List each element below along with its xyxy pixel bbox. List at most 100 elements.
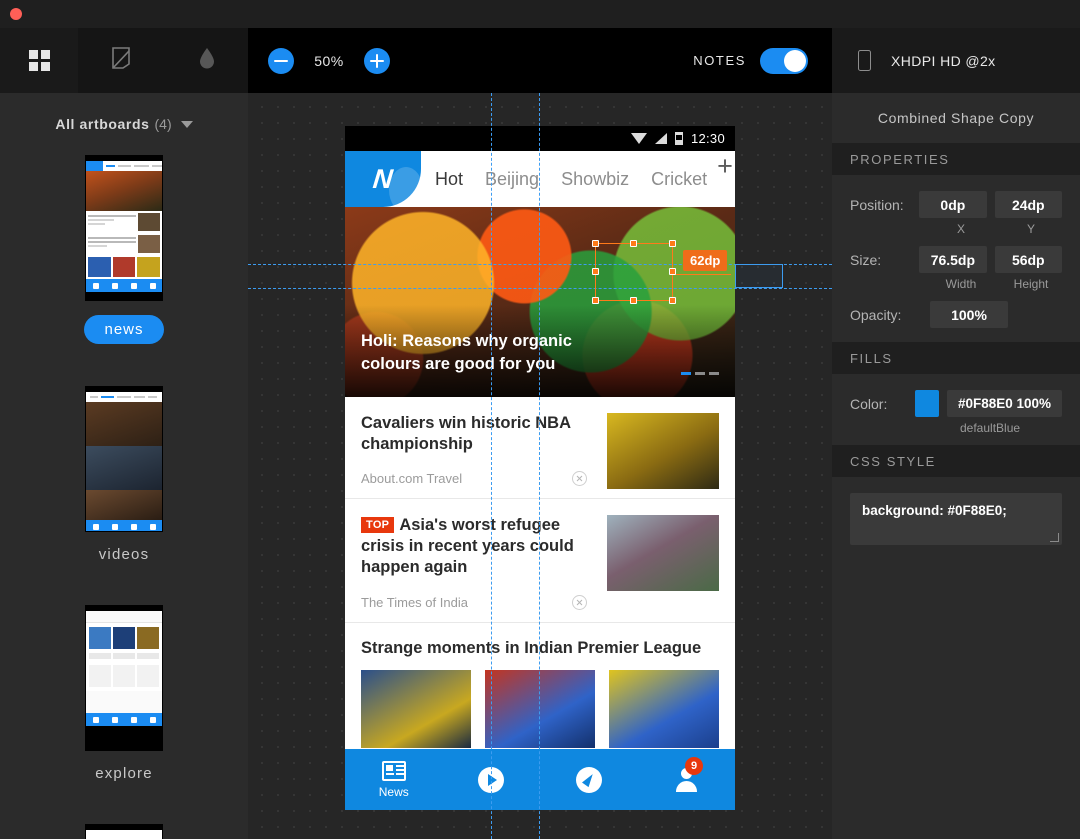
artboard-thumbnail[interactable]	[85, 155, 163, 301]
hero-headline: Holi: Reasons why organic colours are go…	[361, 332, 572, 373]
css-style-textarea[interactable]: background: #0F88E0;	[850, 493, 1062, 545]
position-x-field[interactable]: 0dp	[919, 191, 987, 218]
artboard-thumbnail[interactable]	[85, 824, 163, 839]
opacity-row: Opacity: 100%	[850, 301, 1062, 328]
thumb-row	[86, 233, 162, 255]
notes-toggle[interactable]	[760, 47, 808, 74]
chevron-down-icon[interactable]	[180, 120, 193, 128]
toolbar-device-section[interactable]: XHDPI HD @2x	[832, 28, 1080, 93]
hero-card[interactable]: Holi: Reasons why organic colours are go…	[345, 207, 735, 397]
news-source: About.com Travel	[361, 471, 463, 487]
color-swatch[interactable]	[914, 390, 940, 417]
opacity-field[interactable]: 100%	[930, 301, 1008, 328]
artboards-sidebar[interactable]: All artboards (4) news videos explore	[0, 93, 248, 839]
gallery-image[interactable]	[609, 669, 719, 748]
size-sublabels: Width Height	[930, 277, 1062, 291]
thumb-tabbar	[86, 392, 162, 402]
gallery-image[interactable]	[485, 669, 595, 748]
tab-showbiz[interactable]: Showbiz	[561, 169, 629, 190]
thumb-card	[86, 691, 162, 713]
notes-label: NOTES	[693, 53, 746, 68]
sketch-app-window: 50% NOTES XHDPI HD @2x All artboards (4)	[0, 0, 1080, 839]
news-source: The Times of India	[361, 594, 468, 610]
thumb-row	[86, 211, 162, 233]
top-badge: TOP	[361, 517, 395, 534]
color-row: Color: #0F88E0 100%	[850, 390, 1062, 417]
news-meta: The Times of India	[361, 594, 595, 622]
size-width-field[interactable]: 76.5dp	[919, 246, 987, 273]
compass-icon	[575, 766, 602, 793]
css-style-value: background: #0F88E0;	[862, 503, 1007, 518]
signal-icon	[654, 133, 667, 144]
tab-hot[interactable]: Hot	[435, 169, 463, 190]
nav-item-profile[interactable]: 9	[638, 749, 736, 810]
artboard-label-news: news	[84, 315, 164, 344]
tab-cricket[interactable]: Cricket	[651, 169, 707, 190]
zoom-out-button[interactable]	[268, 47, 294, 74]
notes-toggle-knob	[784, 49, 806, 72]
color-name-label: defaultBlue	[960, 421, 1021, 435]
artboard-item-news[interactable]: news	[0, 155, 248, 386]
artboard-item-videos[interactable]: videos	[0, 386, 248, 605]
position-x-sublabel: X	[956, 222, 965, 236]
nav-item-news[interactable]: News	[345, 749, 443, 810]
tabs-list: Hot Beijing Showbiz Cricket	[421, 151, 707, 207]
color-value-field[interactable]: #0F88E0 100%	[947, 390, 1062, 417]
phone-icon	[858, 50, 871, 71]
thumb-hero	[86, 171, 162, 211]
news-list-item[interactable]: Cavaliers win historic NBA championship …	[345, 397, 735, 500]
nav-item-explore[interactable]	[540, 749, 638, 810]
artboard-canvas-news[interactable]: 12:30 N Hot Beijing Showbiz Cricket + Ho…	[345, 126, 735, 810]
design-canvas[interactable]: 12:30 N Hot Beijing Showbiz Cricket + Ho…	[248, 93, 832, 839]
thumb-tabs	[86, 396, 162, 398]
section-header-properties: PROPERTIES	[832, 143, 1080, 175]
news-gallery-section[interactable]: Strange moments in Indian Premier League	[345, 623, 735, 748]
fills-body: Color: #0F88E0 100% defaultBlue	[832, 374, 1080, 445]
close-window-button[interactable]	[10, 8, 22, 20]
toolbar-notes-section: NOTES	[540, 28, 832, 93]
app-logo-shape[interactable]: N	[345, 151, 423, 213]
artboard-item-profile[interactable]	[0, 824, 248, 839]
artboard-item-explore[interactable]: explore	[0, 605, 248, 824]
add-tab-button[interactable]: +	[707, 151, 735, 207]
position-y-field[interactable]: 24dp	[994, 191, 1062, 218]
measurement-badge: 62dp	[683, 250, 728, 271]
thumb-logo	[86, 161, 103, 171]
artboard-thumbnail[interactable]	[85, 605, 163, 751]
app-tab-bar: N Hot Beijing Showbiz Cricket +	[345, 151, 735, 213]
artboards-header: All artboards (4)	[0, 93, 248, 155]
news-headline: Cavaliers win historic NBA championship	[361, 414, 571, 454]
size-label: Size:	[850, 251, 882, 268]
thumb-strip	[86, 623, 162, 651]
thumb-hero	[86, 490, 162, 520]
size-row: Size: 76.5dp 56dp	[850, 246, 1062, 273]
thumb-hero	[86, 446, 162, 490]
app-bottom-nav: News 9	[345, 749, 735, 810]
zoom-in-button[interactable]	[364, 47, 390, 74]
notification-badge: 9	[685, 757, 703, 775]
gallery-image[interactable]	[361, 669, 471, 748]
toolbar-tools-section	[78, 28, 248, 93]
grid-view-icon[interactable]	[28, 50, 50, 71]
ink-drop-icon[interactable]	[197, 46, 217, 75]
artboard-thumbnail[interactable]	[85, 386, 163, 532]
news-thumbnail	[607, 413, 719, 489]
position-label: Position:	[850, 196, 904, 213]
news-list-item[interactable]: TOP Asia's worst refugee crisis in recent…	[345, 499, 735, 623]
hover-highlight-box	[735, 264, 783, 288]
toolbar-zoom-section: 50%	[248, 28, 540, 93]
position-y-sublabel: Y	[1026, 222, 1035, 236]
hero-page-indicator[interactable]	[681, 372, 719, 375]
close-icon[interactable]	[572, 594, 587, 610]
size-height-field[interactable]: 56dp	[994, 246, 1062, 273]
thumb-strip	[86, 651, 162, 661]
section-header-css: CSS STYLE	[832, 445, 1080, 477]
color-label: Color:	[850, 395, 888, 412]
thumb-tabbar	[86, 161, 162, 171]
close-icon[interactable]	[572, 471, 587, 487]
status-clock: 12:30	[690, 131, 725, 146]
tab-beijing[interactable]: Beijing	[485, 169, 539, 190]
battery-icon	[674, 132, 683, 145]
pen-tool-icon[interactable]	[109, 45, 135, 76]
resize-grip-icon[interactable]	[1050, 533, 1059, 542]
